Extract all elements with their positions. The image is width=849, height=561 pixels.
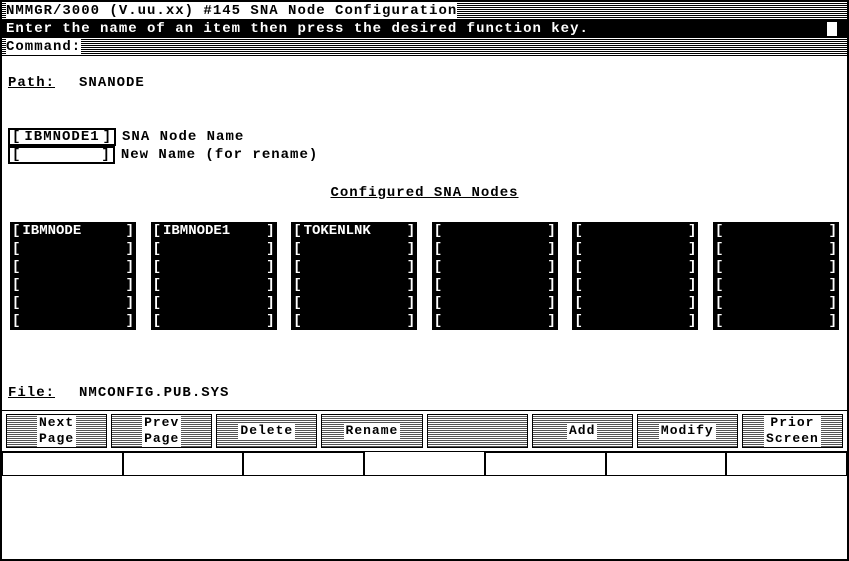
node-slot[interactable]: [] — [151, 240, 277, 258]
node-slot[interactable]: [] — [432, 240, 558, 258]
node-column: [IBMNODE1][][][][][] — [151, 222, 277, 330]
node-slot[interactable]: [] — [291, 276, 417, 294]
node-slot[interactable]: [] — [10, 312, 136, 330]
status-cell — [243, 452, 364, 476]
node-slot[interactable]: [] — [713, 312, 839, 330]
node-slot[interactable]: [] — [713, 222, 839, 240]
status-cell — [2, 452, 123, 476]
node-slot[interactable]: [] — [151, 258, 277, 276]
new-name-row: [] New Name (for rename) — [8, 146, 841, 164]
prompt-text: Enter the name of an item then press the… — [6, 21, 589, 38]
node-slot[interactable]: [] — [432, 258, 558, 276]
fnkey-modify[interactable]: Modify — [637, 414, 738, 448]
section-title: Configured SNA Nodes — [8, 182, 841, 204]
status-cell — [123, 452, 244, 476]
node-slot[interactable]: [] — [291, 294, 417, 312]
node-slot[interactable]: [] — [10, 258, 136, 276]
node-column: [][][][][][] — [432, 222, 558, 330]
node-slot[interactable]: [] — [10, 294, 136, 312]
node-slot[interactable]: [] — [432, 294, 558, 312]
node-column: [IBMNODE][][][][][] — [10, 222, 136, 330]
node-slot[interactable]: [] — [291, 312, 417, 330]
node-slot[interactable]: [] — [10, 240, 136, 258]
status-cell — [726, 452, 847, 476]
file-label: File: — [8, 385, 55, 402]
node-slot[interactable]: [] — [713, 240, 839, 258]
node-slot[interactable]: [] — [291, 240, 417, 258]
node-name-label: SNA Node Name — [122, 129, 244, 146]
prompt-bar: Enter the name of an item then press the… — [2, 20, 847, 38]
fnkey-prior-screen[interactable]: Prior Screen — [742, 414, 843, 448]
new-name-label: New Name (for rename) — [121, 147, 318, 164]
path-value: SNANODE — [79, 75, 145, 92]
node-slot[interactable]: [] — [151, 276, 277, 294]
node-slot[interactable]: [] — [432, 222, 558, 240]
new-name-field[interactable]: [] — [8, 146, 115, 164]
fnkey-add[interactable]: Add — [532, 414, 633, 448]
command-bar[interactable]: Command: — [2, 38, 847, 56]
node-slot[interactable]: [] — [713, 258, 839, 276]
status-cell — [485, 452, 606, 476]
node-column: [][][][][][] — [713, 222, 839, 330]
configured-nodes-grid: [IBMNODE][][][][][][IBMNODE1][][][][][][… — [8, 222, 841, 330]
node-column: [TOKENLNK][][][][][] — [291, 222, 417, 330]
node-name-row: [IBMNODE1] SNA Node Name — [8, 128, 841, 146]
function-key-row: Next PagePrev PageDeleteRename AddModify… — [2, 410, 847, 452]
node-slot[interactable]: [IBMNODE1] — [151, 222, 277, 240]
command-label: Command: — [6, 39, 81, 56]
fnkey-rename[interactable]: Rename — [321, 414, 422, 448]
fnkey-next-page[interactable]: Next Page — [6, 414, 107, 448]
node-slot[interactable]: [] — [572, 276, 698, 294]
node-slot[interactable]: [IBMNODE] — [10, 222, 136, 240]
node-slot[interactable]: [] — [432, 276, 558, 294]
fnkey-delete[interactable]: Delete — [216, 414, 317, 448]
status-cell — [364, 451, 485, 476]
node-slot[interactable]: [] — [572, 294, 698, 312]
node-slot[interactable]: [] — [713, 276, 839, 294]
node-slot[interactable]: [] — [572, 222, 698, 240]
node-slot[interactable]: [] — [151, 294, 277, 312]
node-name-field[interactable]: [IBMNODE1] — [8, 128, 116, 146]
node-slot[interactable]: [] — [10, 276, 136, 294]
fnkey-prev-page[interactable]: Prev Page — [111, 414, 212, 448]
status-cell — [606, 452, 727, 476]
cursor-icon — [827, 22, 837, 36]
app-title: NMMGR/3000 (V.uu.xx) #145 SNA Node Confi… — [6, 3, 457, 20]
path-row: Path: SNANODE — [8, 74, 841, 92]
path-label: Path: — [8, 75, 55, 92]
node-slot[interactable]: [] — [713, 294, 839, 312]
node-slot[interactable]: [] — [291, 258, 417, 276]
node-slot[interactable]: [] — [572, 258, 698, 276]
node-slot[interactable]: [] — [572, 240, 698, 258]
node-slot[interactable]: [TOKENLNK] — [291, 222, 417, 240]
file-row: File: NMCONFIG.PUB.SYS — [8, 384, 841, 402]
title-bar: NMMGR/3000 (V.uu.xx) #145 SNA Node Confi… — [2, 2, 847, 20]
file-value: NMCONFIG.PUB.SYS — [79, 385, 229, 402]
status-row — [2, 452, 847, 476]
node-slot[interactable]: [] — [572, 312, 698, 330]
body-area: Path: SNANODE [IBMNODE1] SNA Node Name [… — [2, 56, 847, 410]
node-slot[interactable]: [] — [432, 312, 558, 330]
node-slot[interactable]: [] — [151, 312, 277, 330]
fnkey-blank — [427, 414, 528, 448]
node-column: [][][][][][] — [572, 222, 698, 330]
